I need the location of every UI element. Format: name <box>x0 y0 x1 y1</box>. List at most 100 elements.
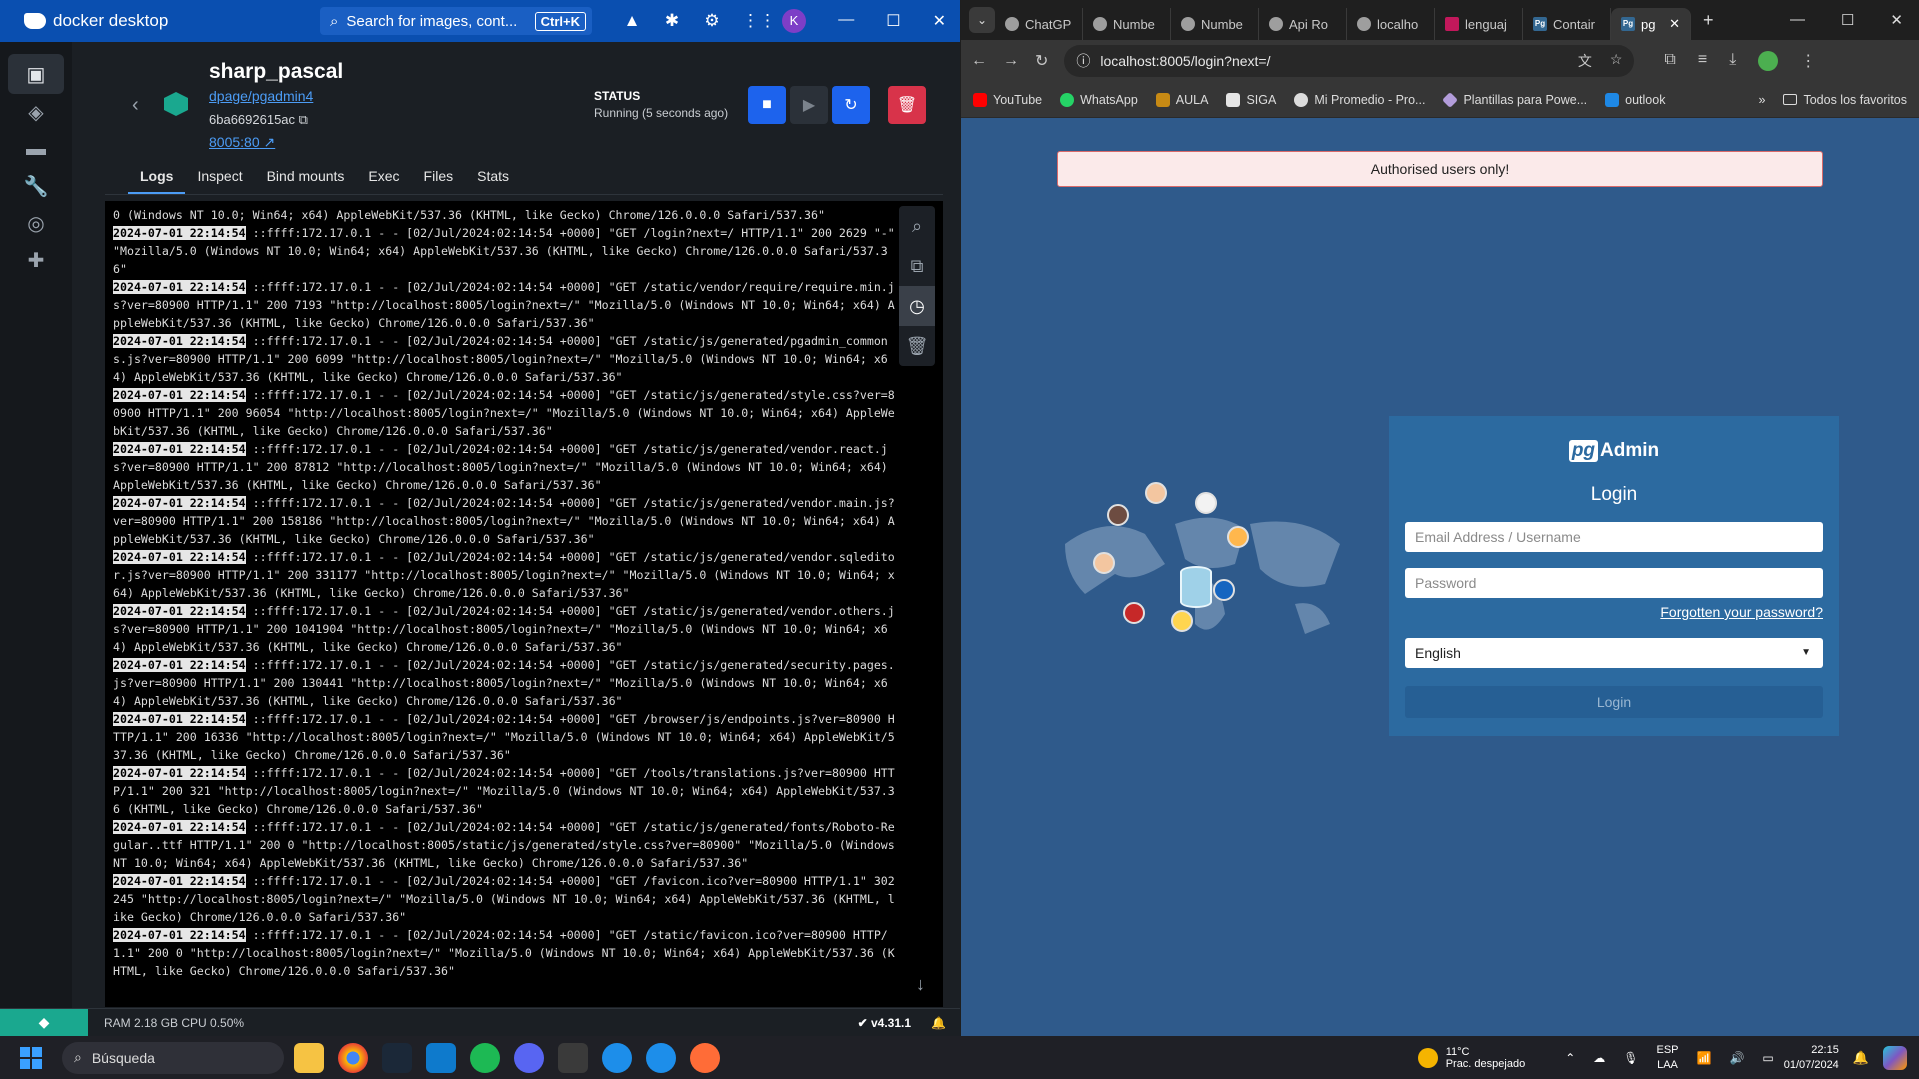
log-viewer[interactable]: 0 (Windows NT 10.0; Win64; x64) AppleWeb… <box>105 201 943 1007</box>
email-field[interactable] <box>1405 522 1823 552</box>
browser-tab[interactable]: ChatGP <box>995 8 1083 40</box>
language-select[interactable]: English ▼ <box>1405 638 1823 668</box>
bookmark-mi-promedio[interactable]: Mi Promedio - Pro... <box>1294 92 1425 107</box>
tab-search-chevron-icon[interactable]: ⌄ <box>969 7 995 33</box>
volume-icon[interactable]: 🔊 <box>1729 1051 1744 1065</box>
clock[interactable]: 22:15 01/07/2024 <box>1784 1043 1839 1073</box>
input-language[interactable]: ESP LAA <box>1656 1043 1678 1073</box>
password-field[interactable] <box>1405 568 1823 598</box>
bookmark-youtube[interactable]: YouTube <box>973 92 1042 107</box>
tab-stats[interactable]: Stats <box>465 168 521 194</box>
tab-logs[interactable]: Logs <box>128 168 186 194</box>
vscode-icon[interactable] <box>426 1042 456 1073</box>
chrome-icon[interactable] <box>338 1042 368 1073</box>
tab-bind-mounts[interactable]: Bind mounts <box>255 168 357 194</box>
images-nav-icon[interactable]: ◈ <box>8 94 64 131</box>
extensions-grid-icon[interactable]: ⋮⋮ <box>742 11 776 31</box>
taskbar-search[interactable]: ⌕ Búsqueda <box>62 1041 284 1074</box>
version-label[interactable]: ✔ v4.31.1 <box>858 1016 911 1030</box>
discord-icon[interactable] <box>514 1042 544 1073</box>
minimize-icon[interactable]: — <box>1790 11 1805 29</box>
docker-icon[interactable] <box>646 1042 676 1073</box>
spotify-icon[interactable] <box>470 1042 500 1073</box>
containers-nav-icon[interactable]: ▣ <box>8 54 64 94</box>
menu-kebab-icon[interactable]: ⋮ <box>1800 51 1816 71</box>
learning-center-icon[interactable]: ▲ <box>622 11 642 31</box>
restart-button[interactable]: ↻ <box>832 86 870 124</box>
browser-tab[interactable]: Numbe <box>1171 8 1259 40</box>
battery-icon[interactable]: ▭ <box>1762 1051 1773 1065</box>
extensions-nav-icon[interactable]: ✚ <box>8 242 64 279</box>
back-arrow-icon[interactable]: ← <box>971 52 987 70</box>
browser-tab[interactable]: Pg Contair <box>1523 8 1611 40</box>
browser-tab[interactable]: Numbe <box>1083 8 1171 40</box>
windows-start-icon[interactable] <box>20 1046 42 1069</box>
engine-status-whale-icon[interactable]: ◆ <box>0 1008 88 1037</box>
reading-list-icon[interactable]: ≡ <box>1698 51 1707 71</box>
address-bar[interactable]: ⓘ localhost:8005/login?next=/ 文 ☆ <box>1064 45 1635 77</box>
settings-gear-icon[interactable]: ⚙ <box>702 11 722 31</box>
copilot-icon[interactable] <box>1883 1045 1907 1070</box>
start-button[interactable]: ▶ <box>790 86 828 124</box>
scout-nav-icon[interactable]: ◎ <box>8 205 64 242</box>
notifications-bell-icon[interactable]: 🔔 <box>931 1016 946 1030</box>
tray-chevron-icon[interactable]: ⌃ <box>1565 1051 1575 1065</box>
docker-icon[interactable] <box>602 1042 632 1073</box>
copy-icon[interactable]: ⧉ <box>299 112 308 127</box>
bookmark-star-icon[interactable]: ☆ <box>1610 51 1623 71</box>
builds-nav-icon[interactable]: 🔧 <box>8 168 64 205</box>
troubleshoot-icon[interactable]: ✱ <box>662 11 682 31</box>
terminal-icon[interactable] <box>558 1042 588 1073</box>
close-icon[interactable]: ✕ <box>933 11 946 31</box>
tab-exec[interactable]: Exec <box>356 168 411 194</box>
login-button[interactable]: Login <box>1405 686 1823 718</box>
microphone-icon[interactable]: 🎙 <box>1623 1051 1638 1065</box>
download-icon[interactable]: ⤓ <box>1729 51 1736 71</box>
volumes-nav-icon[interactable]: ▬ <box>8 131 64 168</box>
file-explorer-icon[interactable] <box>294 1042 324 1073</box>
log-timestamps-clock-icon[interactable]: ◷ <box>899 286 935 326</box>
log-search-icon[interactable]: ⌕ <box>899 206 935 246</box>
bookmark-aula[interactable]: AULA <box>1155 92 1208 107</box>
wifi-icon[interactable]: 📶 <box>1697 1051 1712 1065</box>
account-avatar[interactable]: K <box>782 9 806 33</box>
browser-tab[interactable]: localho <box>1347 8 1435 40</box>
delete-button[interactable]: 🗑 <box>888 86 926 124</box>
browser-tab[interactable]: lenguaj <box>1435 8 1523 40</box>
log-clear-trash-icon[interactable]: 🗑 <box>899 326 935 366</box>
minimize-icon[interactable]: — <box>838 11 854 31</box>
more-bookmarks-chevron-icon[interactable]: » <box>1759 93 1766 107</box>
stop-button[interactable]: ■ <box>748 86 786 124</box>
browser-tab[interactable]: Api Ro <box>1259 8 1347 40</box>
notifications-bell-icon[interactable]: 🔔 <box>1853 1050 1869 1066</box>
network-offline-icon[interactable]: ☁ <box>1593 1051 1605 1065</box>
extensions-puzzle-icon[interactable]: ⧉ <box>1664 51 1675 71</box>
tab-close-icon[interactable]: ✕ <box>1669 16 1680 32</box>
all-bookmarks-folder[interactable]: Todos los favoritos <box>1783 93 1907 107</box>
docker-search[interactable]: ⌕ Search for images, cont... Ctrl+K <box>320 7 592 35</box>
maximize-icon[interactable]: ☐ <box>886 11 900 31</box>
port-link[interactable]: 8005:80 ↗ <box>209 134 275 151</box>
close-icon[interactable]: ✕ <box>1890 11 1903 29</box>
profile-avatar[interactable] <box>1758 51 1779 71</box>
weather-widget[interactable]: 11°C Prac. despejado <box>1417 1046 1525 1070</box>
site-info-icon[interactable]: ⓘ <box>1076 51 1090 71</box>
forward-arrow-icon[interactable]: → <box>1003 52 1019 70</box>
bookmark-plantillas[interactable]: Plantillas para Powe... <box>1442 91 1587 108</box>
translate-icon[interactable]: 文 <box>1578 51 1592 71</box>
log-copy-icon[interactable]: ⧉ <box>899 246 935 286</box>
bookmark-whatsapp[interactable]: WhatsApp <box>1060 92 1138 107</box>
bookmark-outlook[interactable]: outlook <box>1605 92 1665 107</box>
bookmark-siga[interactable]: SIGA <box>1226 92 1276 107</box>
new-tab-plus-icon[interactable]: + <box>1703 10 1714 31</box>
forgot-password-link[interactable]: Forgotten your password? <box>1660 604 1823 620</box>
steam-icon[interactable] <box>382 1042 412 1073</box>
tab-files[interactable]: Files <box>412 168 466 194</box>
browser-tab-active[interactable]: Pg pg ✕ <box>1611 8 1691 40</box>
scroll-to-bottom-icon[interactable]: ↓ <box>916 974 925 995</box>
tab-inspect[interactable]: Inspect <box>185 168 254 194</box>
postman-icon[interactable] <box>690 1042 720 1073</box>
maximize-icon[interactable]: ☐ <box>1841 11 1854 29</box>
back-chevron-icon[interactable]: ‹ <box>132 94 139 117</box>
image-link[interactable]: dpage/pgadmin4 <box>209 88 313 104</box>
